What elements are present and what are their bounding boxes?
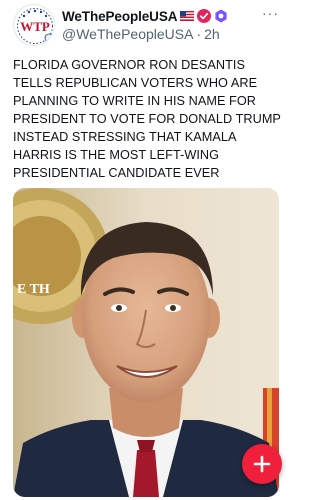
post-text: FLORIDA GOVERNOR RON DESANTIS TELLS REPU… xyxy=(13,58,281,180)
verified-badge-icon xyxy=(197,9,212,23)
post[interactable]: WTP WeThePeopleUSA @WeThePeopleUSA · 2h … xyxy=(0,0,292,500)
author-handle[interactable]: @WeThePeopleUSA xyxy=(62,26,193,42)
affiliate-badge-icon xyxy=(214,9,228,23)
post-image[interactable]: E TH xyxy=(13,188,279,497)
post-timestamp[interactable]: 2h xyxy=(204,26,220,42)
more-options-icon[interactable]: ··· xyxy=(262,6,278,22)
seal-text: E TH xyxy=(17,282,50,297)
avatar[interactable]: WTP xyxy=(13,4,55,46)
us-flag-icon xyxy=(180,11,195,21)
author-name-row: WeThePeopleUSA xyxy=(62,8,228,24)
portrait-photo: E TH xyxy=(13,188,279,497)
author-handle-row: @WeThePeopleUSA · 2h xyxy=(62,26,220,42)
compose-button[interactable] xyxy=(242,444,282,484)
plus-icon xyxy=(253,455,271,473)
wtp-logo: WTP xyxy=(15,6,54,45)
svg-text:WTP: WTP xyxy=(20,19,50,34)
author-display-name[interactable]: WeThePeopleUSA xyxy=(62,9,177,24)
separator-dot: · xyxy=(196,26,202,42)
